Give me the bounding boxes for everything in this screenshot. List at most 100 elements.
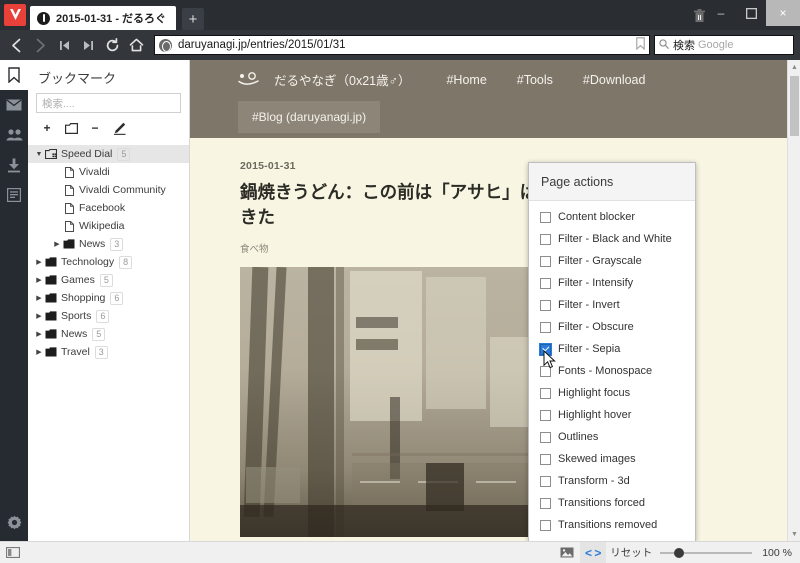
address-bar[interactable]: daruyanagi.jp/entries/2015/01/31 bbox=[154, 35, 650, 55]
bookmark-row[interactable]: ▶ Technology 8 bbox=[28, 253, 189, 271]
checkbox[interactable] bbox=[540, 299, 551, 311]
bookmark-row[interactable]: ▶ News 5 bbox=[28, 325, 189, 343]
bookmark-row[interactable]: ▶ News 3 bbox=[28, 235, 189, 253]
minimize-button[interactable]: – bbox=[706, 0, 736, 26]
bookmark-row[interactable]: ▶ Travel 3 bbox=[28, 343, 189, 361]
search-field[interactable]: 検索 Google bbox=[654, 35, 794, 55]
bookmark-count-badge: 5 bbox=[117, 147, 131, 161]
checkbox[interactable] bbox=[540, 277, 551, 289]
page-scrollbar[interactable]: ▲ ▼ bbox=[787, 60, 800, 541]
zoom-slider-knob[interactable] bbox=[674, 547, 685, 558]
rail-item-mail[interactable] bbox=[0, 90, 28, 120]
page-action-item[interactable]: Highlight focus bbox=[529, 382, 695, 404]
bookmark-row[interactable]: Wikipedia bbox=[28, 217, 189, 235]
expand-arrow-icon[interactable]: ▼ bbox=[34, 151, 44, 158]
add-folder-button[interactable] bbox=[60, 119, 82, 137]
edit-bookmark-button[interactable] bbox=[108, 119, 130, 137]
expand-arrow-icon[interactable]: ▶ bbox=[34, 312, 44, 320]
settings-button[interactable] bbox=[0, 507, 28, 537]
expand-arrow-icon[interactable]: ▶ bbox=[34, 330, 44, 338]
page-action-item[interactable]: Fonts - Monospace bbox=[529, 360, 695, 382]
fastforward-button[interactable] bbox=[76, 33, 100, 57]
site-brand[interactable]: だるやなぎ（0x21歳♂） bbox=[274, 70, 410, 89]
scrollbar-down-arrow[interactable]: ▼ bbox=[788, 527, 800, 541]
bookmark-row[interactable]: Vivaldi Community bbox=[28, 181, 189, 199]
page-action-item[interactable]: Filter - Intensify bbox=[529, 272, 695, 294]
bookmark-row[interactable]: ▼ Speed Dial 5 bbox=[28, 145, 189, 163]
checkbox[interactable] bbox=[540, 233, 551, 245]
page-actions-button[interactable]: < > bbox=[580, 541, 607, 563]
page-action-item[interactable]: Skewed images bbox=[529, 448, 695, 470]
close-button[interactable]: × bbox=[766, 0, 800, 26]
checkbox[interactable] bbox=[540, 387, 551, 399]
checkbox[interactable] bbox=[539, 342, 552, 356]
site-nav-download[interactable]: #Download bbox=[583, 73, 646, 87]
checkbox[interactable] bbox=[540, 211, 551, 223]
zoom-reset-button[interactable]: リセット bbox=[610, 545, 652, 560]
add-bookmark-button[interactable]: + bbox=[36, 119, 58, 137]
site-nav-home[interactable]: #Home bbox=[446, 73, 486, 87]
checkbox[interactable] bbox=[540, 409, 551, 421]
bookmark-label: Vivaldi Community bbox=[79, 184, 166, 196]
page-action-item[interactable]: Transform - 3d bbox=[529, 470, 695, 492]
rail-item-notes[interactable] bbox=[0, 180, 28, 210]
checkbox[interactable] bbox=[540, 497, 551, 509]
folder-icon bbox=[44, 275, 58, 285]
page-action-item[interactable]: Transitions removed bbox=[529, 514, 695, 536]
bookmarks-search-input[interactable]: 検索.... bbox=[36, 93, 181, 113]
checkbox[interactable] bbox=[540, 453, 551, 465]
panel-toggle-button[interactable] bbox=[0, 547, 26, 558]
expand-arrow-icon[interactable]: ▶ bbox=[34, 294, 44, 302]
checkbox[interactable] bbox=[540, 365, 551, 377]
bookmark-row[interactable]: Facebook bbox=[28, 199, 189, 217]
page-action-item[interactable]: Transitions forced bbox=[529, 492, 695, 514]
page-action-item[interactable]: Filter - Grayscale bbox=[529, 250, 695, 272]
home-button[interactable] bbox=[124, 33, 148, 57]
article-date: 2015-01-31 bbox=[240, 160, 296, 172]
tab-active[interactable]: 2015-01-31 - だるろぐ bbox=[30, 6, 177, 30]
article-category[interactable]: 食べ物 bbox=[240, 241, 800, 255]
zoom-slider[interactable] bbox=[660, 547, 753, 559]
tab-favicon-icon bbox=[37, 11, 50, 25]
vivaldi-logo-icon[interactable] bbox=[4, 4, 26, 26]
back-button[interactable] bbox=[4, 33, 28, 57]
page-action-item[interactable]: Outlines bbox=[529, 426, 695, 448]
rewind-button[interactable] bbox=[52, 33, 76, 57]
bookmark-row[interactable]: ▶ Games 5 bbox=[28, 271, 189, 289]
expand-arrow-icon[interactable]: ▶ bbox=[34, 348, 44, 356]
maximize-button[interactable] bbox=[736, 0, 766, 26]
page-action-item[interactable]: Highlight hover bbox=[529, 404, 695, 426]
checkbox[interactable] bbox=[540, 431, 551, 443]
bookmark-row[interactable]: ▶ Sports 6 bbox=[28, 307, 189, 325]
page-action-item[interactable]: Filter - Sepia bbox=[529, 338, 695, 360]
checkbox[interactable] bbox=[540, 475, 551, 487]
page-action-item[interactable]: Filter - Obscure bbox=[529, 316, 695, 338]
page-action-item[interactable]: Content blocker bbox=[529, 206, 695, 228]
forward-button[interactable] bbox=[28, 33, 52, 57]
bookmark-page-icon[interactable] bbox=[636, 37, 645, 53]
remove-bookmark-button[interactable]: − bbox=[84, 119, 106, 137]
reload-button[interactable] bbox=[100, 33, 124, 57]
bookmark-label: Speed Dial bbox=[61, 148, 113, 160]
bookmarks-tree: ▼ Speed Dial 5 Vivaldi Vivaldi Community Face… bbox=[28, 145, 189, 361]
scrollbar-up-arrow[interactable]: ▲ bbox=[788, 60, 800, 74]
rail-item-bookmarks[interactable] bbox=[0, 60, 28, 90]
page-action-item[interactable]: Filter - Black and White bbox=[529, 228, 695, 250]
expand-arrow-icon[interactable]: ▶ bbox=[52, 240, 62, 248]
expand-arrow-icon[interactable]: ▶ bbox=[34, 276, 44, 284]
page-action-item[interactable]: Filter - Invert bbox=[529, 294, 695, 316]
bookmark-row[interactable]: Vivaldi bbox=[28, 163, 189, 181]
checkbox[interactable] bbox=[540, 321, 551, 333]
rail-item-downloads[interactable] bbox=[0, 150, 28, 180]
expand-arrow-icon[interactable]: ▶ bbox=[34, 258, 44, 266]
checkbox[interactable] bbox=[540, 519, 551, 531]
site-nav-blog-active[interactable]: #Blog (daruyanagi.jp) bbox=[238, 101, 381, 133]
scrollbar-thumb[interactable] bbox=[790, 76, 799, 136]
rail-item-contacts[interactable] bbox=[0, 120, 28, 150]
images-toggle-button[interactable] bbox=[554, 547, 580, 558]
site-header: だるやなぎ（0x21歳♂） #Home #Tools #Download #Bl… bbox=[190, 60, 800, 138]
checkbox[interactable] bbox=[540, 255, 551, 267]
site-nav-tools[interactable]: #Tools bbox=[517, 73, 553, 87]
new-tab-button[interactable]: + bbox=[182, 8, 205, 30]
bookmark-row[interactable]: ▶ Shopping 6 bbox=[28, 289, 189, 307]
